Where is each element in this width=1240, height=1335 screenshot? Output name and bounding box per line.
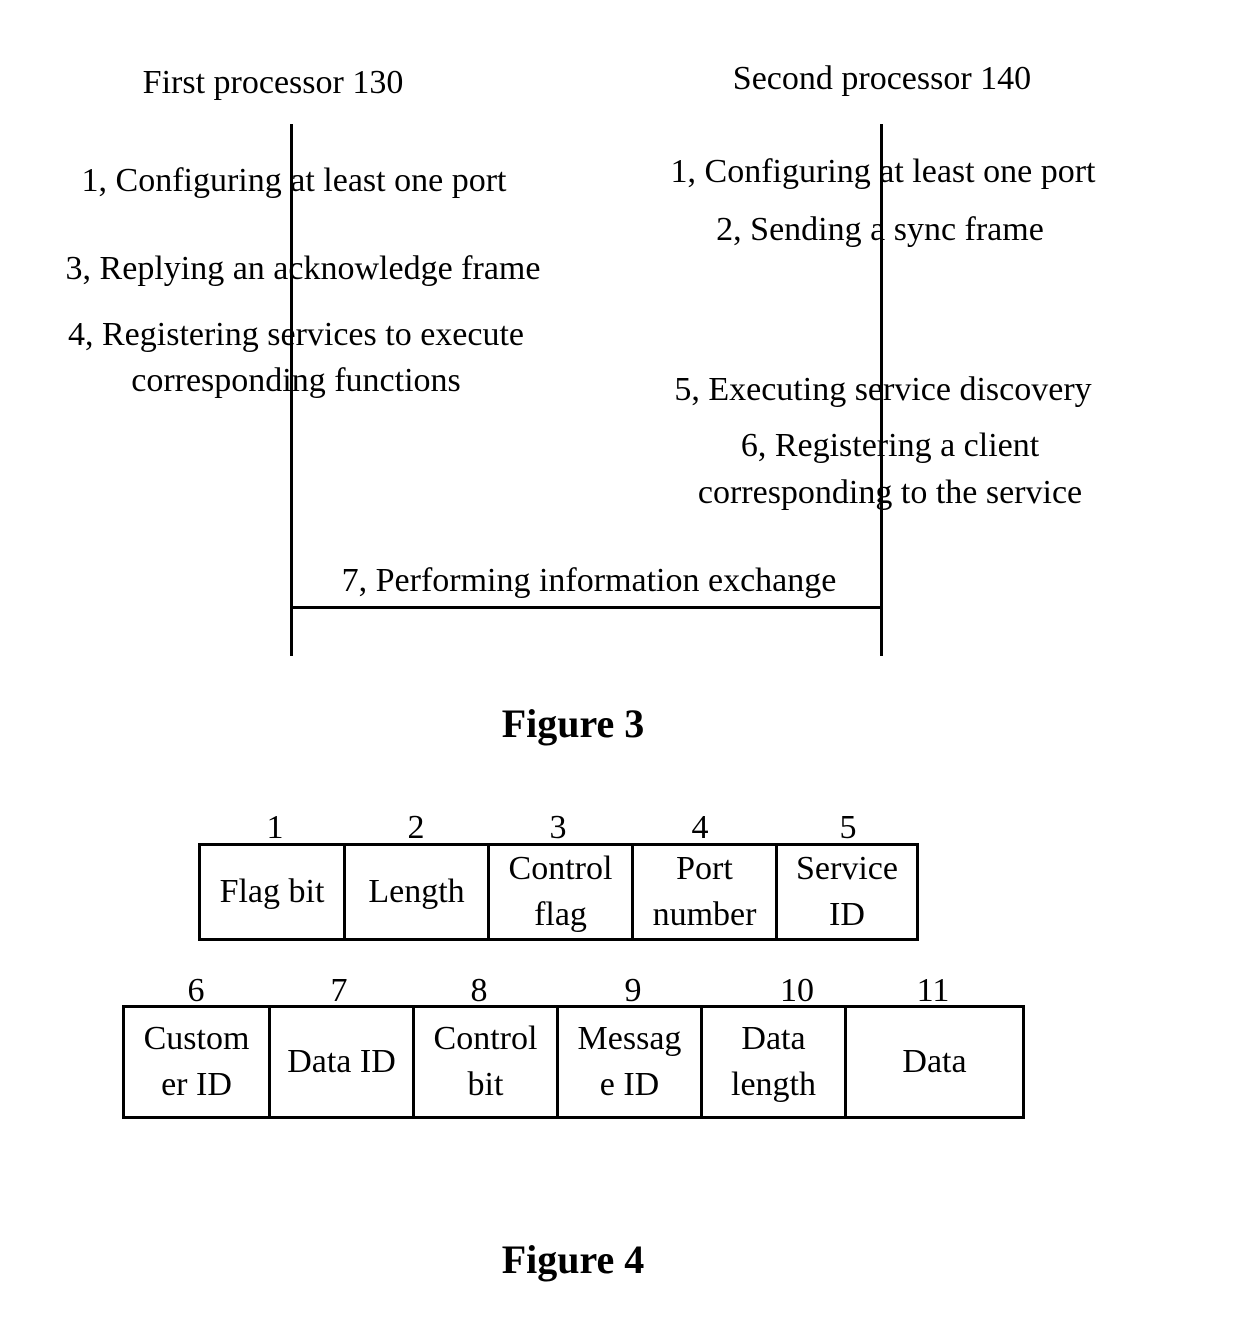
frame-header-row: Flag bit Length Control flag Port number S…	[198, 843, 919, 941]
field-label: Flag bit	[219, 873, 325, 910]
field-label: Data	[741, 1020, 806, 1057]
field-label: ID	[829, 896, 865, 933]
second-step-register-client-cont: corresponding to the service	[697, 474, 1083, 511]
field-label: Data	[902, 1043, 967, 1080]
exchange-label: 7, Performing information exchange	[341, 562, 837, 599]
field-customer-id: Custom er ID	[125, 1008, 271, 1116]
figure-3-title: Figure 3	[501, 701, 645, 746]
field-data: Data	[847, 1008, 1022, 1116]
field-label: er ID	[161, 1066, 232, 1103]
field-control-flag: Control flag	[490, 846, 634, 938]
field-data-length: Data length	[703, 1008, 847, 1116]
field-control-bit: Control bit	[415, 1008, 559, 1116]
first-step-register-services: 4, Registering services to execute	[67, 316, 525, 353]
second-step-register-client: 6, Registering a client	[740, 427, 1040, 464]
field-label: number	[652, 896, 757, 933]
field-label: Custom	[143, 1020, 250, 1057]
field-label: Messag	[577, 1020, 682, 1057]
second-step-service-discovery: 5, Executing service discovery	[674, 371, 1092, 408]
frame-body-row: Custom er ID Data ID Control bit Messag e I…	[122, 1005, 1025, 1119]
field-label: Data ID	[287, 1043, 396, 1080]
field-index: 1	[266, 809, 284, 846]
figure-4-title: Figure 4	[501, 1237, 645, 1282]
first-step-reply-ack: 3, Replying an acknowledge frame	[65, 250, 541, 287]
field-label: Control	[433, 1020, 538, 1057]
field-label: Control	[508, 850, 613, 887]
first-processor-label: First processor 130	[142, 64, 404, 101]
field-service-id: Service ID	[778, 846, 916, 938]
first-step-configure: 1, Configuring at least one port	[81, 162, 507, 199]
second-processor-label: Second processor 140	[732, 60, 1032, 97]
field-data-id: Data ID	[271, 1008, 415, 1116]
field-label: Port	[676, 850, 733, 887]
field-label: e ID	[599, 1066, 660, 1103]
field-index: 2	[407, 809, 425, 846]
field-index: 3	[549, 809, 567, 846]
field-label: Service	[796, 850, 898, 887]
field-label: length	[731, 1066, 816, 1103]
field-port-number: Port number	[634, 846, 778, 938]
first-step-register-services-cont: corresponding functions	[131, 362, 461, 399]
field-index: 4	[691, 809, 709, 846]
second-step-sync-frame: 2, Sending a sync frame	[716, 211, 1044, 248]
field-index: 5	[839, 809, 857, 846]
field-flag-bit: Flag bit	[201, 846, 346, 938]
field-label: Length	[368, 873, 465, 910]
field-label: flag	[534, 896, 587, 933]
exchange-line	[290, 606, 883, 609]
field-message-id: Messag e ID	[559, 1008, 703, 1116]
field-length: Length	[346, 846, 490, 938]
field-label: bit	[467, 1066, 504, 1103]
second-step-configure: 1, Configuring at least one port	[670, 153, 1096, 190]
